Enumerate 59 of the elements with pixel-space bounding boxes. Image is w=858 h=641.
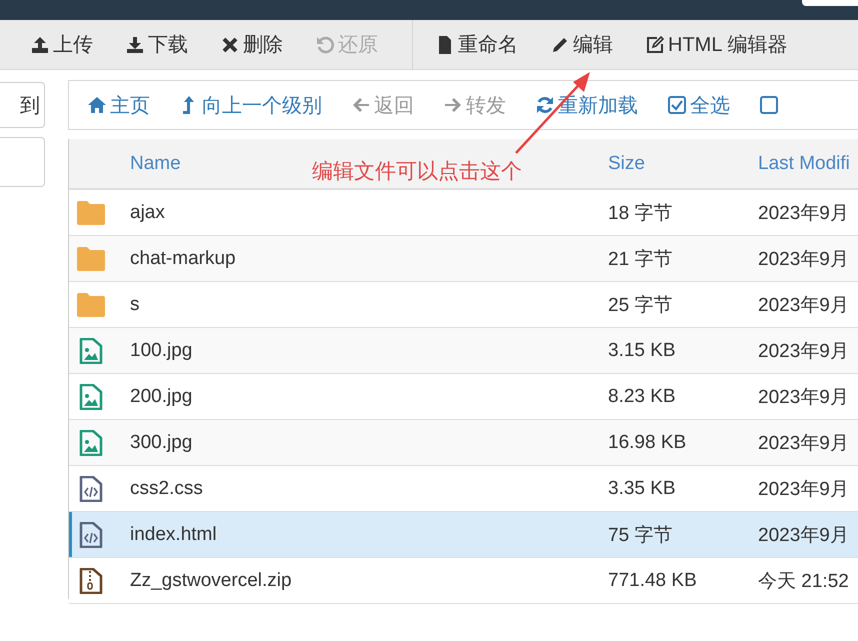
nav-button[interactable]: 全选 [661,88,736,122]
toolbar-button[interactable]: 下载 [117,27,196,62]
file-row[interactable]: 100.jpg 3.15 KB 2023年9月 [69,328,858,374]
goto-button[interactable]: 到 [0,82,45,128]
cross-icon [220,34,240,54]
file-name: chat-markup [129,248,237,270]
toolbar-button[interactable]: 重命名 [427,27,526,62]
file-row[interactable]: Zz_gstwovercel.zip 771.48 KB 今天 21:52 [69,558,858,604]
left-arrow-icon [351,95,371,115]
edit-icon [645,34,665,54]
folder-icon [75,200,107,226]
modified-date: 今天 21:52 [757,570,850,594]
modified-date: 2023年9月 [757,432,850,456]
file-name: css2.css [129,478,204,500]
file-name: ajax [129,202,166,224]
file-name: 200.jpg [129,386,194,408]
refresh-icon [535,95,555,115]
modified-date: 2023年9月 [757,248,850,272]
file-size: 18 字节 [607,202,674,226]
download-icon [125,34,145,54]
file-name: Zz_gstwovercel.zip [129,570,293,592]
modified-date: 2023年9月 [757,524,850,548]
undo-icon [315,34,335,54]
file-name: index.html [129,524,218,546]
file-size: 21 字节 [607,248,674,272]
checkbox-icon [759,95,779,115]
toolbar-button[interactable]: 编辑 [542,27,621,62]
home-icon [87,95,107,115]
toolbar-button[interactable]: HTML 编辑器 [637,27,796,62]
nav-button[interactable]: 向上一个级别 [173,88,328,122]
file-size: 771.48 KB [607,570,698,592]
file-size: 3.35 KB [607,478,677,500]
file-name: s [129,294,140,316]
file-size: 25 字节 [607,294,674,318]
modified-date: 2023年9月 [757,478,850,502]
folder-icon [75,246,107,272]
file-row[interactable]: index.html 75 字节 2023年9月 [69,512,858,558]
file-size: 3.15 KB [607,340,677,362]
annotation-text: 编辑文件可以点击这个 [312,158,522,185]
file-size: 8.23 KB [607,386,677,408]
input-field[interactable] [802,0,858,6]
modified-date: 2023年9月 [757,294,850,318]
input-field[interactable] [0,137,45,187]
toolbar-button[interactable]: 删除 [212,27,291,62]
file-size: 75 字节 [607,524,674,548]
file-row[interactable]: 300.jpg 16.98 KB 2023年9月 [69,420,858,466]
modified-date: 2023年9月 [757,386,850,410]
nav-button[interactable]: 主页 [81,88,156,122]
right-arrow-icon [443,95,463,115]
file-name: 100.jpg [129,340,194,362]
checkbox-icon [667,95,687,115]
modified-date: 2023年9月 [757,340,850,364]
folder-icon [75,292,107,318]
file-name: 300.jpg [129,432,194,454]
upload-icon [30,34,50,54]
modified-date: 2023年9月 [757,202,850,226]
file-size: 16.98 KB [607,432,688,454]
toolbar-button[interactable]: 上传 [22,27,101,62]
file-row[interactable]: chat-markup 21 字节 2023年9月 [69,236,858,282]
